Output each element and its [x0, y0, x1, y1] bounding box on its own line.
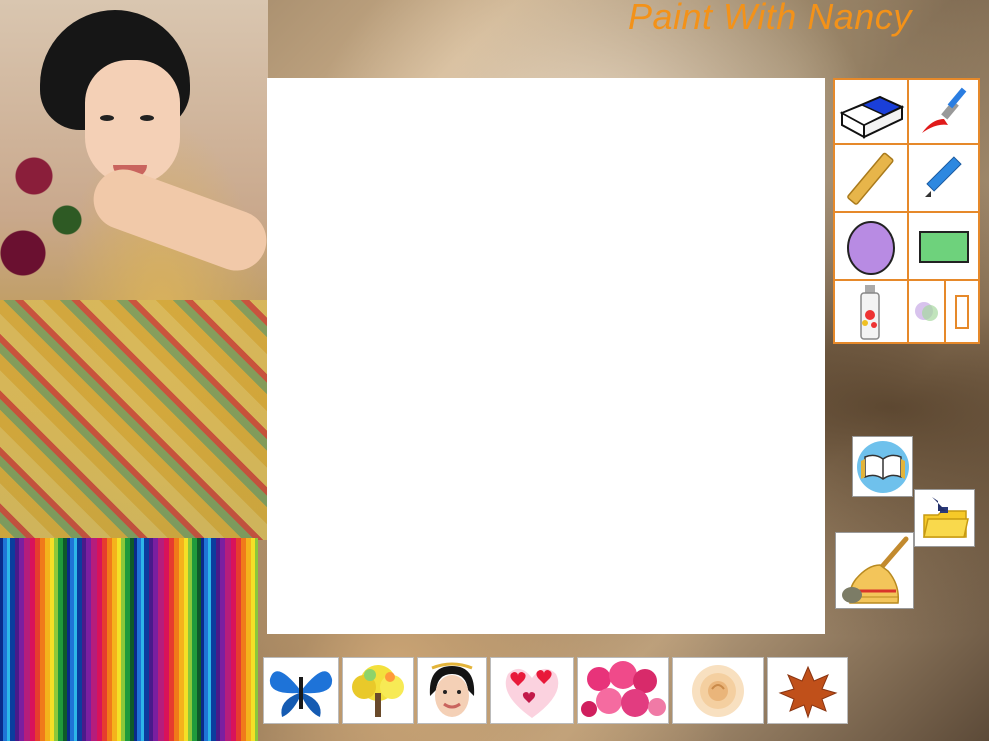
stamp-hearts[interactable] [490, 657, 574, 724]
rose-icon [692, 664, 744, 717]
face-icon [429, 662, 475, 717]
stamp-nancy-face[interactable] [417, 657, 487, 724]
paintbrush-icon [921, 87, 966, 133]
save-folder-button[interactable] [914, 489, 975, 547]
tree-icon [352, 664, 404, 717]
folder-download-icon [922, 497, 969, 538]
ruler-icon [847, 152, 894, 205]
ellipse-tool[interactable] [833, 211, 909, 281]
rectangle-tool[interactable] [907, 211, 980, 281]
spray-can-tool[interactable] [833, 279, 909, 344]
text-tool[interactable] [944, 279, 980, 344]
blur-icon [914, 301, 938, 321]
stamp-yellow-tree[interactable] [342, 657, 414, 724]
nancy-portrait [0, 0, 268, 540]
open-book-button[interactable] [852, 436, 913, 497]
ellipse-icon [847, 221, 895, 275]
color-palette[interactable] [0, 538, 258, 741]
hearts-icon [505, 668, 559, 718]
broom-icon [841, 536, 908, 604]
eraser-tool[interactable] [833, 78, 909, 145]
eraser-icon [839, 95, 905, 139]
blossom-icon [581, 660, 666, 717]
pencil-tool[interactable] [907, 143, 980, 213]
paint-brush-tool[interactable] [907, 78, 980, 145]
spraycan-icon [860, 284, 880, 340]
stamp-rose[interactable] [672, 657, 764, 724]
leaf-icon [778, 665, 837, 719]
drawing-canvas[interactable] [267, 78, 825, 634]
blur-tool[interactable] [907, 279, 946, 344]
stamp-pink-blossoms[interactable] [577, 657, 669, 724]
pencil-icon [924, 156, 962, 197]
butterfly-icon [269, 670, 333, 717]
book-icon [856, 440, 909, 493]
stamp-maple-leaf[interactable] [767, 657, 848, 724]
app-title: Paint With Nancy [628, 0, 912, 37]
ruler-tool[interactable] [833, 143, 909, 213]
text-cursor-icon [955, 294, 969, 329]
clear-broom-button[interactable] [835, 532, 914, 609]
rectangle-icon [918, 231, 969, 263]
stamp-butterfly[interactable] [263, 657, 339, 724]
